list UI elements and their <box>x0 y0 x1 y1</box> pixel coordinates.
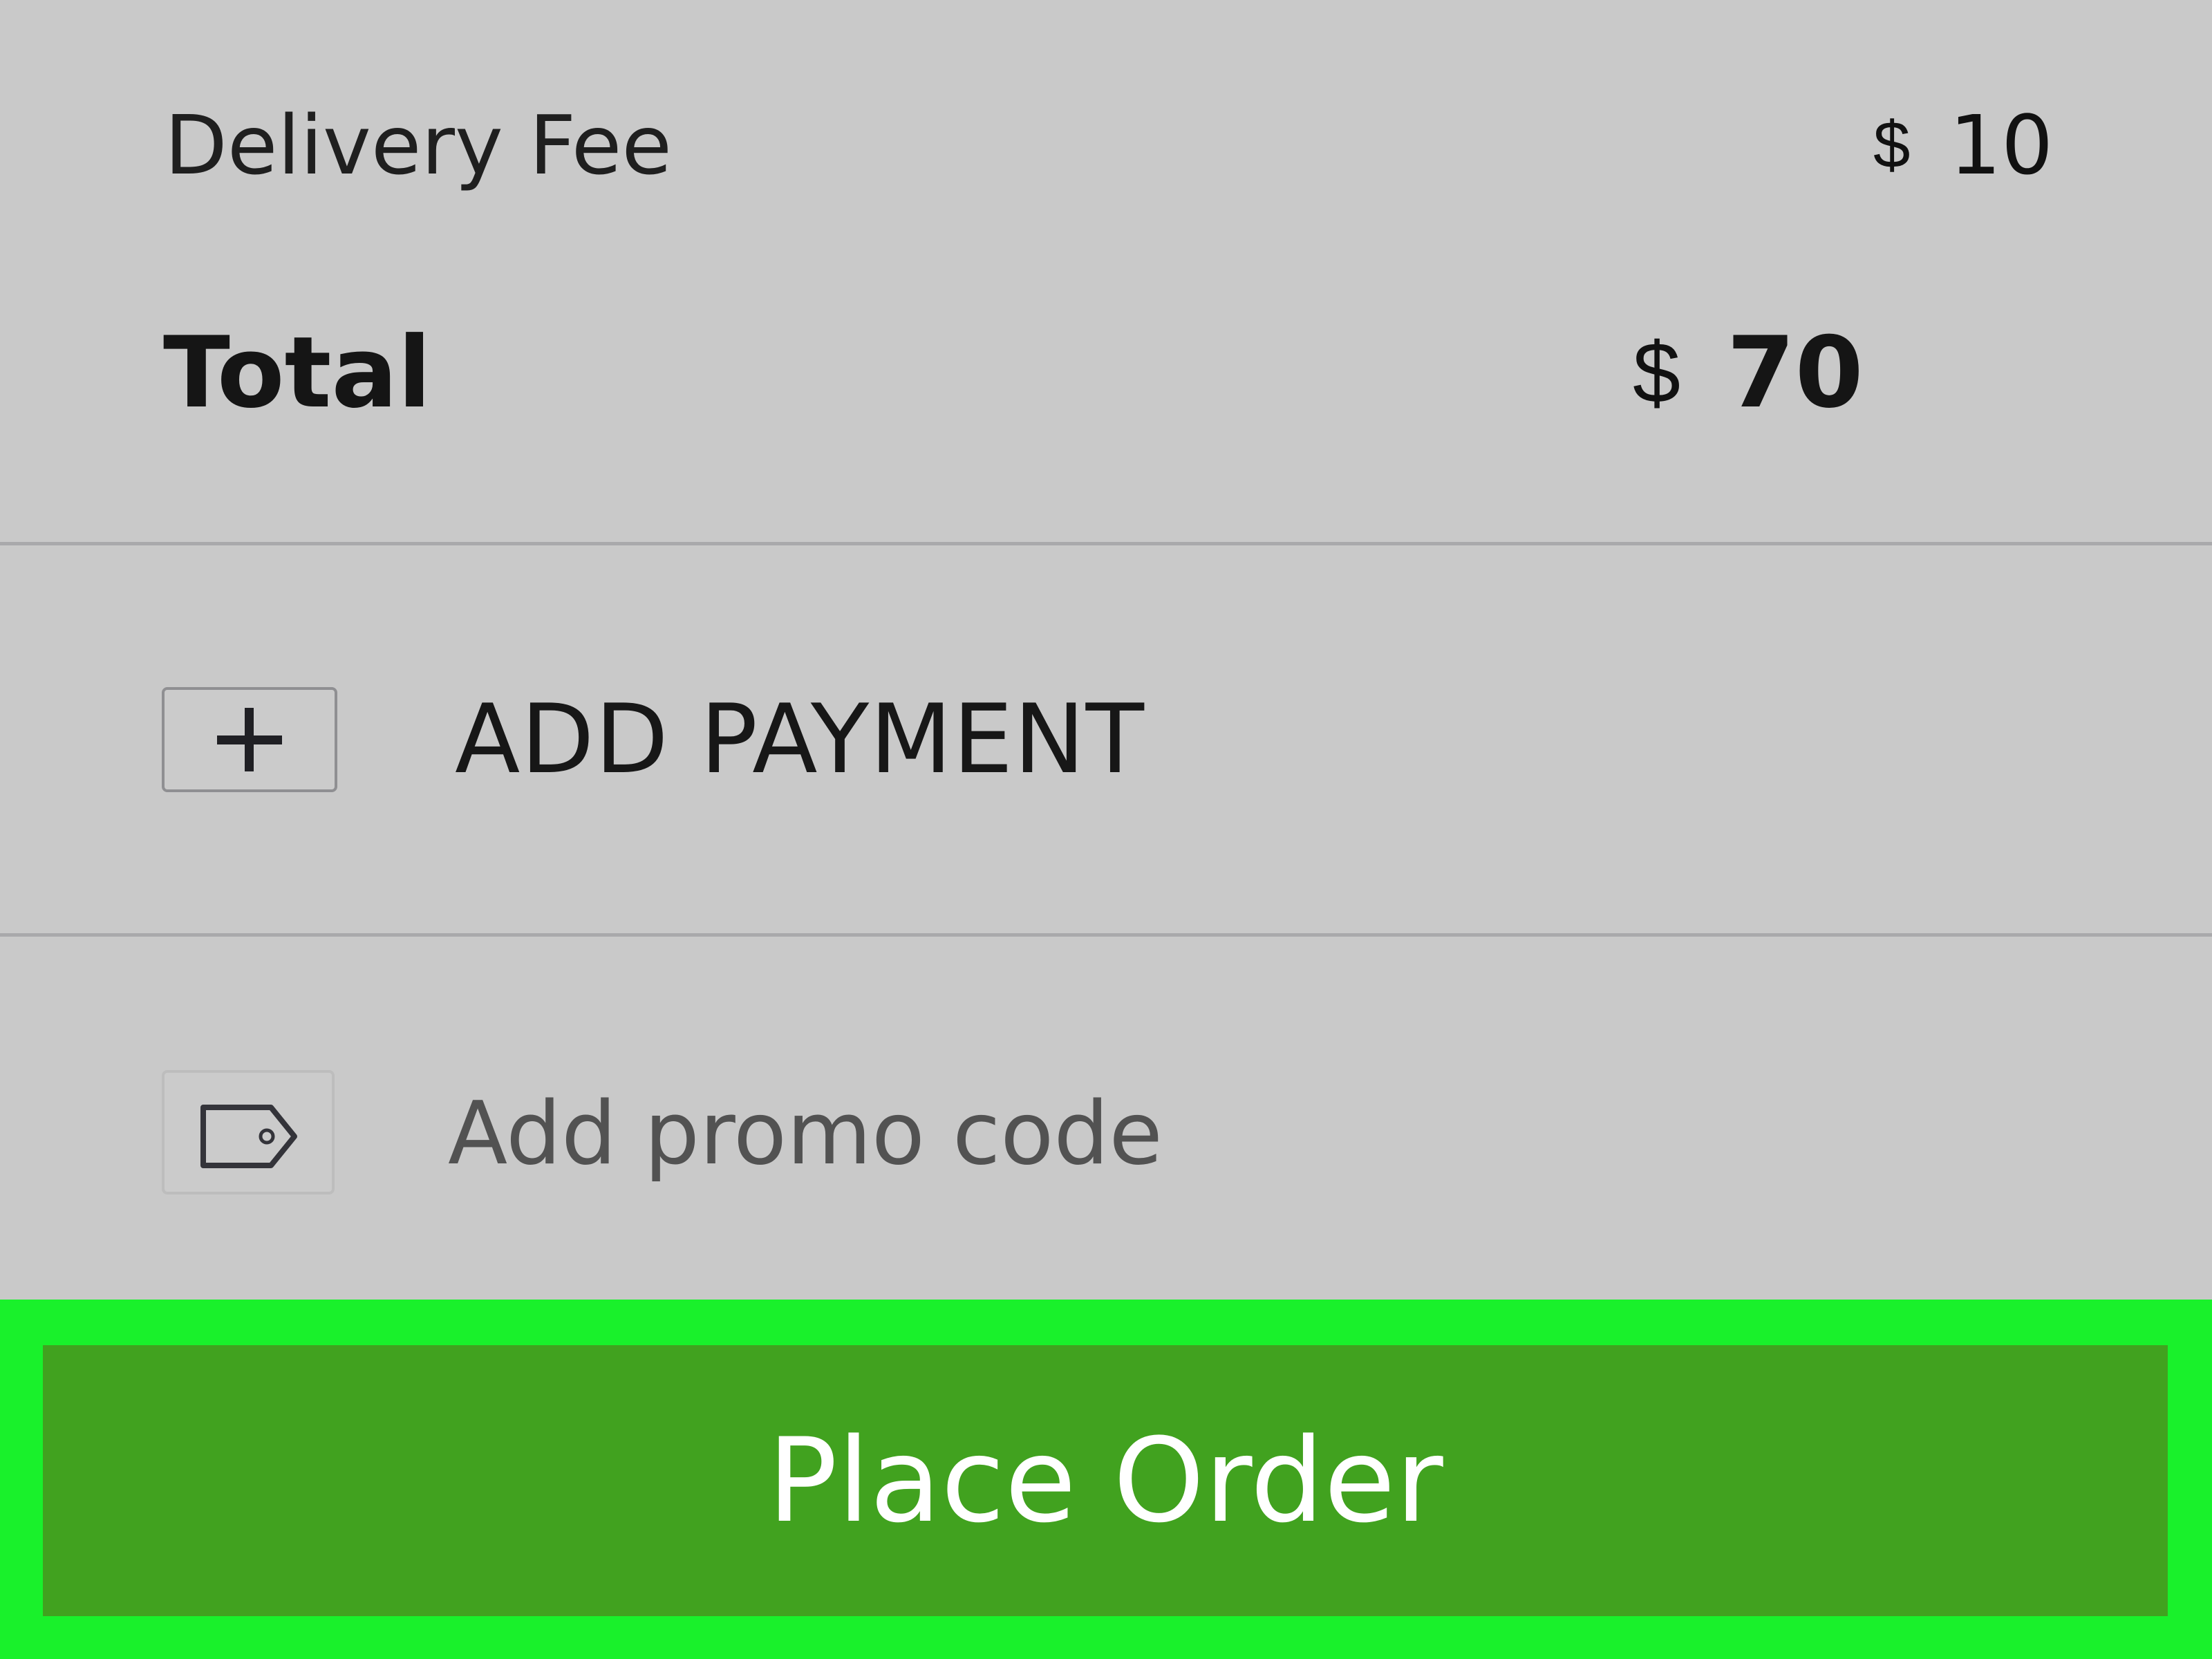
place-order-label: Place Order <box>767 1413 1443 1548</box>
plus-icon <box>162 687 337 792</box>
tag-icon <box>162 1070 335 1194</box>
delivery-fee-row: Delivery Fee $ 10 <box>0 90 2212 200</box>
divider <box>0 542 2212 545</box>
delivery-fee-label: Delivery Fee <box>165 97 672 193</box>
add-payment-label: ADD PAYMENT <box>455 684 1145 795</box>
add-payment-button[interactable]: ADD PAYMENT <box>0 684 2212 795</box>
delivery-fee-currency: $ <box>1873 108 1911 182</box>
delivery-fee-amount: 10 <box>1949 97 2054 193</box>
total-row: Total $ 70 <box>0 311 2212 435</box>
total-amount: 70 <box>1727 316 1864 430</box>
total-label: Total <box>163 316 431 430</box>
place-order-highlight: Place Order <box>0 1300 2212 1659</box>
total-currency: $ <box>1633 326 1680 421</box>
divider <box>0 933 2212 937</box>
checkout-screen: Delivery Fee $ 10 Total $ 70 ADD PAYMENT… <box>0 0 2212 1659</box>
add-promo-code-label: Add promo code <box>448 1082 1163 1184</box>
place-order-button[interactable]: Place Order <box>43 1345 2168 1616</box>
add-promo-code-button[interactable]: Add promo code <box>0 1065 2212 1196</box>
